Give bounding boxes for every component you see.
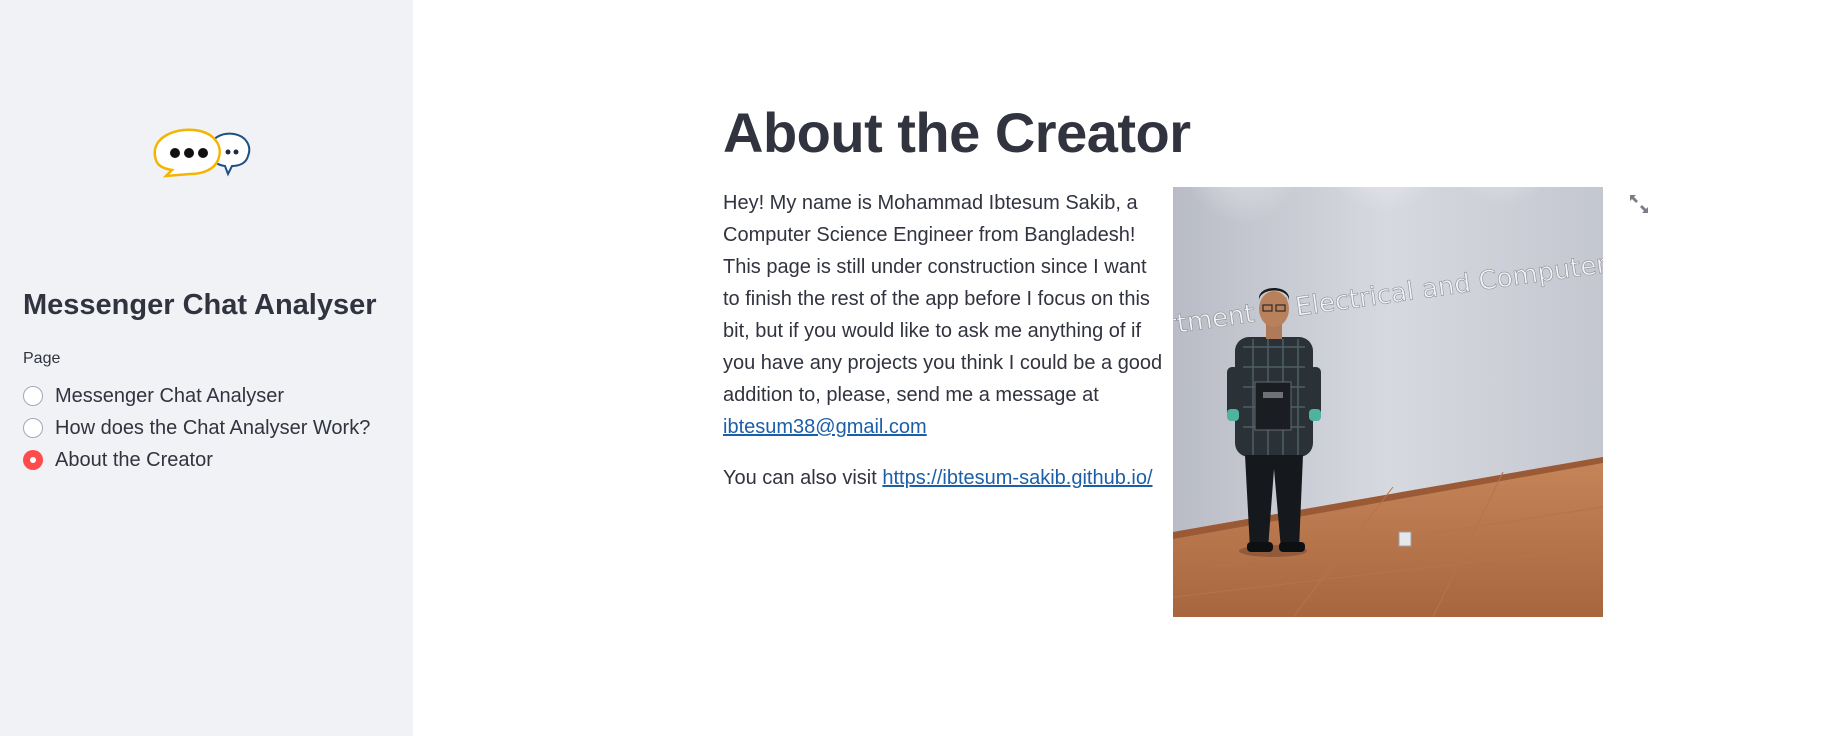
main-content: About the Creator Hey! My name is Mohamm… xyxy=(413,0,1838,736)
website-link[interactable]: https://ibtesum-sakib.github.io/ xyxy=(882,467,1152,489)
page-radio-group: Messenger Chat Analyser How does the Cha… xyxy=(23,380,370,476)
page-title: About the Creator xyxy=(723,101,1191,164)
app-title: Messenger Chat Analyser xyxy=(23,289,377,321)
website-paragraph: You can also visit https://ibtesum-sakib… xyxy=(723,462,1153,494)
visit-text: You can also visit xyxy=(723,467,883,489)
chat-bubbles-icon xyxy=(152,126,256,184)
radio-button[interactable] xyxy=(23,418,43,438)
radio-option-messenger-chat-analyser[interactable]: Messenger Chat Analyser xyxy=(23,380,370,412)
radio-button-selected[interactable] xyxy=(23,450,43,470)
radio-button[interactable] xyxy=(23,386,43,406)
radio-option-label: About the Creator xyxy=(55,448,213,471)
email-link[interactable]: ibtesum38@gmail.com xyxy=(723,416,927,438)
radio-option-label: Messenger Chat Analyser xyxy=(55,384,285,407)
creator-photo: rtment of Electrical and Computer Engine… xyxy=(1173,187,1603,617)
radio-option-label: How does the Chat Analyser Work? xyxy=(55,416,371,439)
fullscreen-expand-icon[interactable] xyxy=(1625,190,1653,218)
page-radio-label: Page xyxy=(23,350,61,367)
radio-option-how-it-works[interactable]: How does the Chat Analyser Work? xyxy=(23,412,370,444)
sidebar: Messenger Chat Analyser Page Messenger C… xyxy=(0,0,413,736)
creator-bio: Hey! My name is Mohammad Ibtesum Sakib, … xyxy=(723,187,1163,443)
radio-option-about-the-creator[interactable]: About the Creator xyxy=(23,444,370,476)
bio-text: Hey! My name is Mohammad Ibtesum Sakib, … xyxy=(723,192,1163,406)
